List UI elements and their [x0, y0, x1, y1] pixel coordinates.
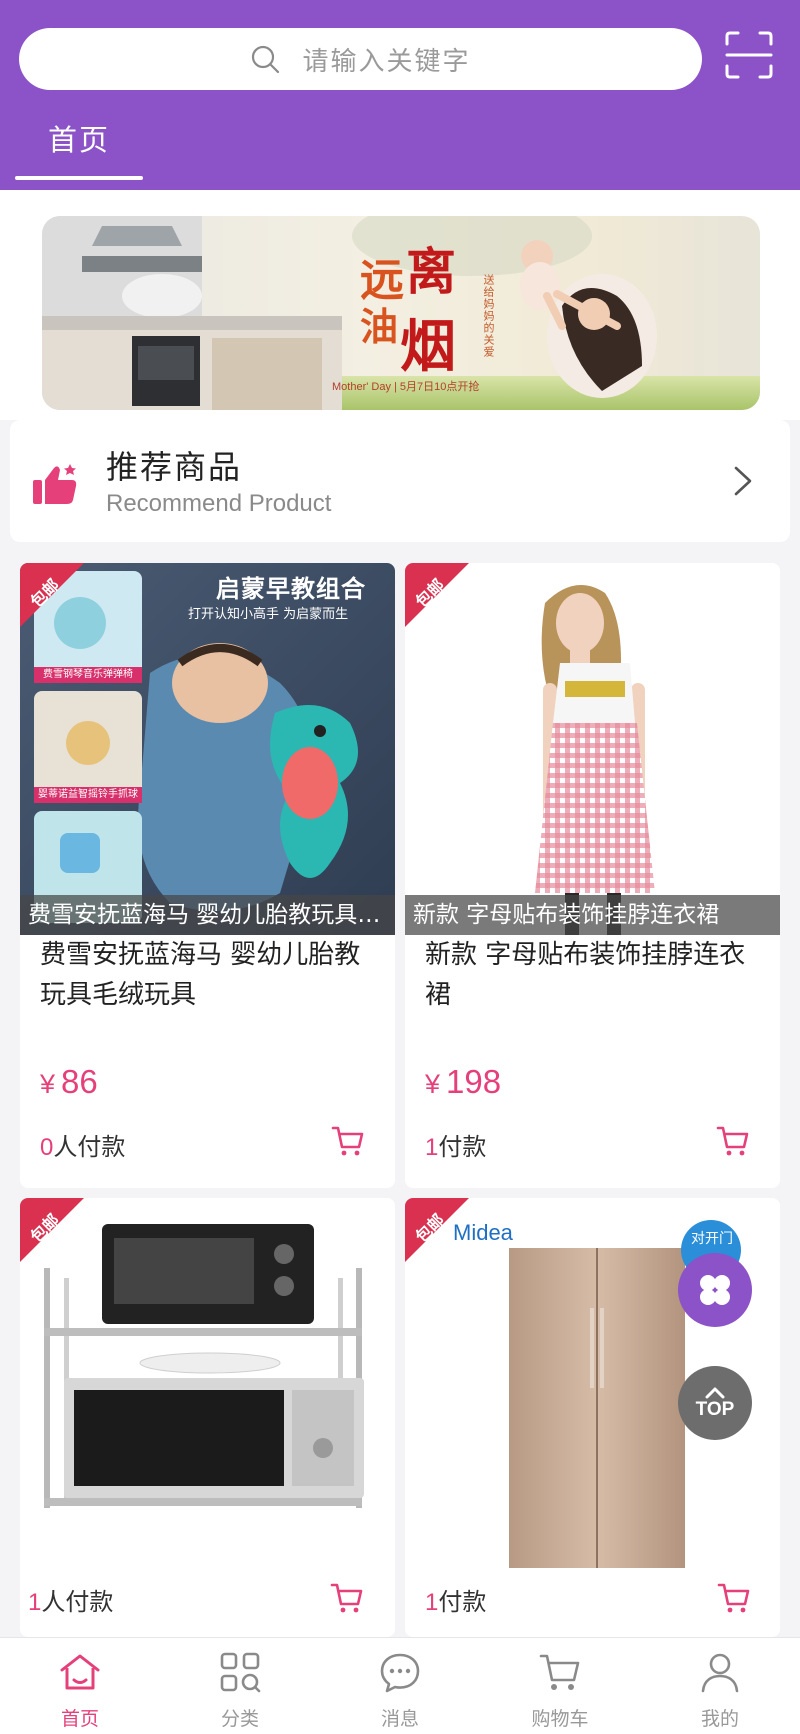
nav-label: 消息: [380, 1708, 419, 1730]
sold-label: 付款: [438, 1588, 487, 1616]
cart-icon: [539, 1654, 580, 1690]
clover-icon: [700, 1275, 730, 1305]
tab-label: 首页: [47, 123, 110, 157]
product-card[interactable]: 启蒙早教组合 打开认知小高手 为启蒙而生 费雪钢琴音乐弹弹椅 婴蒂诺益智摇铃手抓…: [20, 563, 395, 1188]
banner-char: 烟: [400, 314, 456, 380]
banner-section: 远 离 油 烟 送给妈妈的关爱 Mother' Day | 5月7日10点开抢: [0, 190, 800, 420]
nav-label: 购物车: [531, 1708, 589, 1730]
home-icon: [60, 1654, 100, 1690]
promo-banner[interactable]: 远 离 油 烟 送给妈妈的关爱 Mother' Day | 5月7日10点开抢: [42, 216, 760, 410]
search-input[interactable]: 请输入关键字: [302, 41, 470, 78]
product-card[interactable]: 包邮 1人付款: [20, 1198, 395, 1637]
chevron-up-icon: [705, 1387, 725, 1399]
sold-count: 1人付款: [28, 1582, 113, 1617]
thumb-label: 费雪钢琴音乐弹弹椅: [43, 669, 133, 680]
tab-indicator: [15, 176, 143, 180]
category-icon: [220, 1652, 261, 1693]
add-to-cart-icon[interactable]: [716, 1125, 750, 1157]
banner-date: Mother' Day | 5月7日10点开抢: [332, 381, 480, 393]
scan-icon[interactable]: [724, 30, 774, 80]
image-caption: 费雪安抚蓝海马 婴幼儿胎教玩具毛绒玩具: [20, 895, 395, 935]
nav-label: 分类: [220, 1708, 259, 1730]
message-icon: [380, 1653, 420, 1693]
sold-number: 1: [28, 1589, 42, 1616]
sold-count: 1付款: [425, 1127, 486, 1162]
recommend-subtitle: Recommend Product: [106, 490, 332, 517]
top-label: TOP: [695, 1399, 735, 1420]
sold-number: 1: [425, 1589, 439, 1616]
image-title: 启蒙早教组合: [216, 575, 366, 603]
nav-item-profile[interactable]: 我的: [640, 1638, 800, 1734]
chevron-right-icon[interactable]: [732, 464, 754, 498]
search-bar[interactable]: 请输入关键字: [19, 28, 702, 90]
product-card[interactable]: 包邮 新款 字母贴布装饰挂脖连衣裙 新款 字母贴布装饰挂脖连衣裙 ¥198 1付…: [405, 563, 780, 1188]
banner-side-text: 送给妈妈的关爱: [482, 274, 495, 358]
product-price: ¥86: [40, 1063, 98, 1101]
product-price: ¥198: [425, 1063, 501, 1101]
top-header: 请输入关键字 首页: [0, 0, 800, 190]
price-value: 198: [446, 1063, 502, 1100]
user-icon: [701, 1653, 739, 1693]
back-to-top-button[interactable]: TOP: [678, 1366, 752, 1440]
banner-char: 离: [406, 242, 456, 301]
image-subtitle: 打开认知小高手 为启蒙而生: [188, 607, 349, 622]
add-to-cart-icon[interactable]: [717, 1582, 751, 1614]
nav-item-category[interactable]: 分类: [160, 1638, 320, 1734]
nav-label: 我的: [700, 1708, 739, 1730]
thumb-label: 婴蒂诺益智摇铃手抓球: [38, 789, 138, 800]
product-name: 费雪安抚蓝海马 婴幼儿胎教玩具毛绒玩具: [40, 940, 361, 1010]
sold-count: 0人付款: [40, 1127, 125, 1162]
floating-menu-button[interactable]: [678, 1253, 752, 1327]
sold-number: 0: [40, 1134, 54, 1161]
recommend-title: 推荐商品: [106, 448, 243, 486]
sold-number: 1: [425, 1134, 439, 1161]
sold-label: 付款: [438, 1133, 487, 1161]
recommend-header[interactable]: 推荐商品 Recommend Product: [10, 420, 790, 542]
banner-char: 油: [360, 304, 399, 349]
nav-item-messages[interactable]: 消息: [320, 1638, 480, 1734]
thumbs-up-icon: [33, 464, 77, 504]
door-badge: 对开门: [691, 1231, 733, 1247]
add-to-cart-icon[interactable]: [331, 1125, 365, 1157]
currency-symbol: ¥: [425, 1069, 441, 1099]
nav-label: 首页: [60, 1708, 99, 1730]
tab-home[interactable]: 首页: [15, 110, 143, 180]
bottom-nav: 首页 分类 消息 购物车 我的: [0, 1637, 800, 1734]
product-name: 新款 字母贴布装饰挂脖连衣裙: [425, 940, 746, 1010]
price-value: 86: [61, 1063, 98, 1100]
nav-item-cart[interactable]: 购物车: [480, 1638, 640, 1734]
image-caption: 新款 字母贴布装饰挂脖连衣裙: [405, 895, 780, 935]
search-icon: [252, 45, 280, 74]
sold-label: 人付款: [41, 1588, 114, 1616]
sold-label: 人付款: [53, 1133, 126, 1161]
add-to-cart-icon[interactable]: [330, 1582, 364, 1614]
currency-symbol: ¥: [40, 1069, 56, 1099]
nav-item-home[interactable]: 首页: [0, 1638, 160, 1734]
banner-headline: 远 离 油 烟: [360, 236, 480, 380]
sold-count: 1付款: [425, 1582, 486, 1617]
